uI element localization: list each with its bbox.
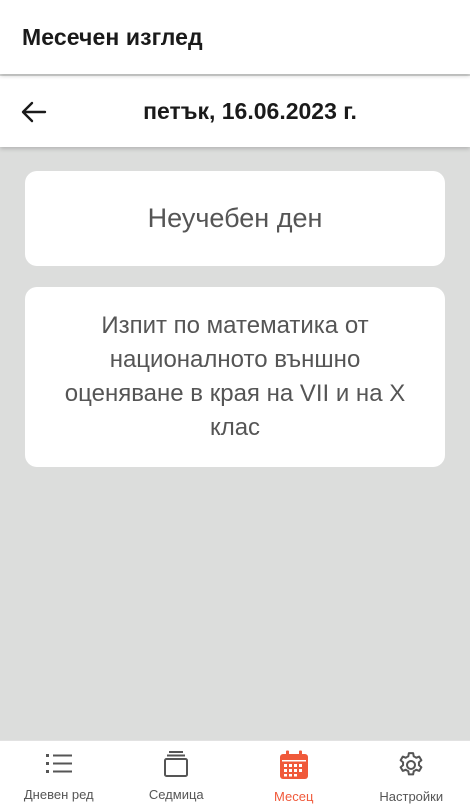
event-card[interactable]: Неучебен ден [25, 171, 445, 266]
date-header: петък, 16.06.2023 г. [0, 76, 470, 147]
nav-label: Дневен ред [23, 787, 94, 802]
gear-icon [399, 752, 423, 776]
nav-label: Настройки [379, 789, 444, 804]
stack-icon [164, 751, 189, 777]
calendar-icon [279, 750, 308, 779]
page-title: Месечен изглед [22, 24, 203, 50]
event-card[interactable]: Изпит по математика от националното външ… [25, 287, 445, 467]
nav-item-settings[interactable]: Настройки [353, 741, 470, 805]
nav-label: Седмица [148, 787, 204, 802]
nav-item-week[interactable]: Седмица [118, 741, 236, 805]
list-icon [45, 754, 72, 773]
date-title: петък, 16.06.2023 г. [143, 98, 357, 124]
app-bar: Месечен изглед [0, 0, 470, 74]
nav-label: Месец [274, 789, 314, 804]
nav-item-month[interactable]: Месец [235, 741, 353, 805]
nav-item-daily[interactable]: Дневен ред [0, 741, 118, 805]
event-text: Изпит по математика от националното външ… [64, 312, 406, 441]
bottom-navigation: Дневен ред Седмица Месец Настройки [0, 740, 470, 805]
event-text: Неучебен ден [147, 203, 323, 233]
